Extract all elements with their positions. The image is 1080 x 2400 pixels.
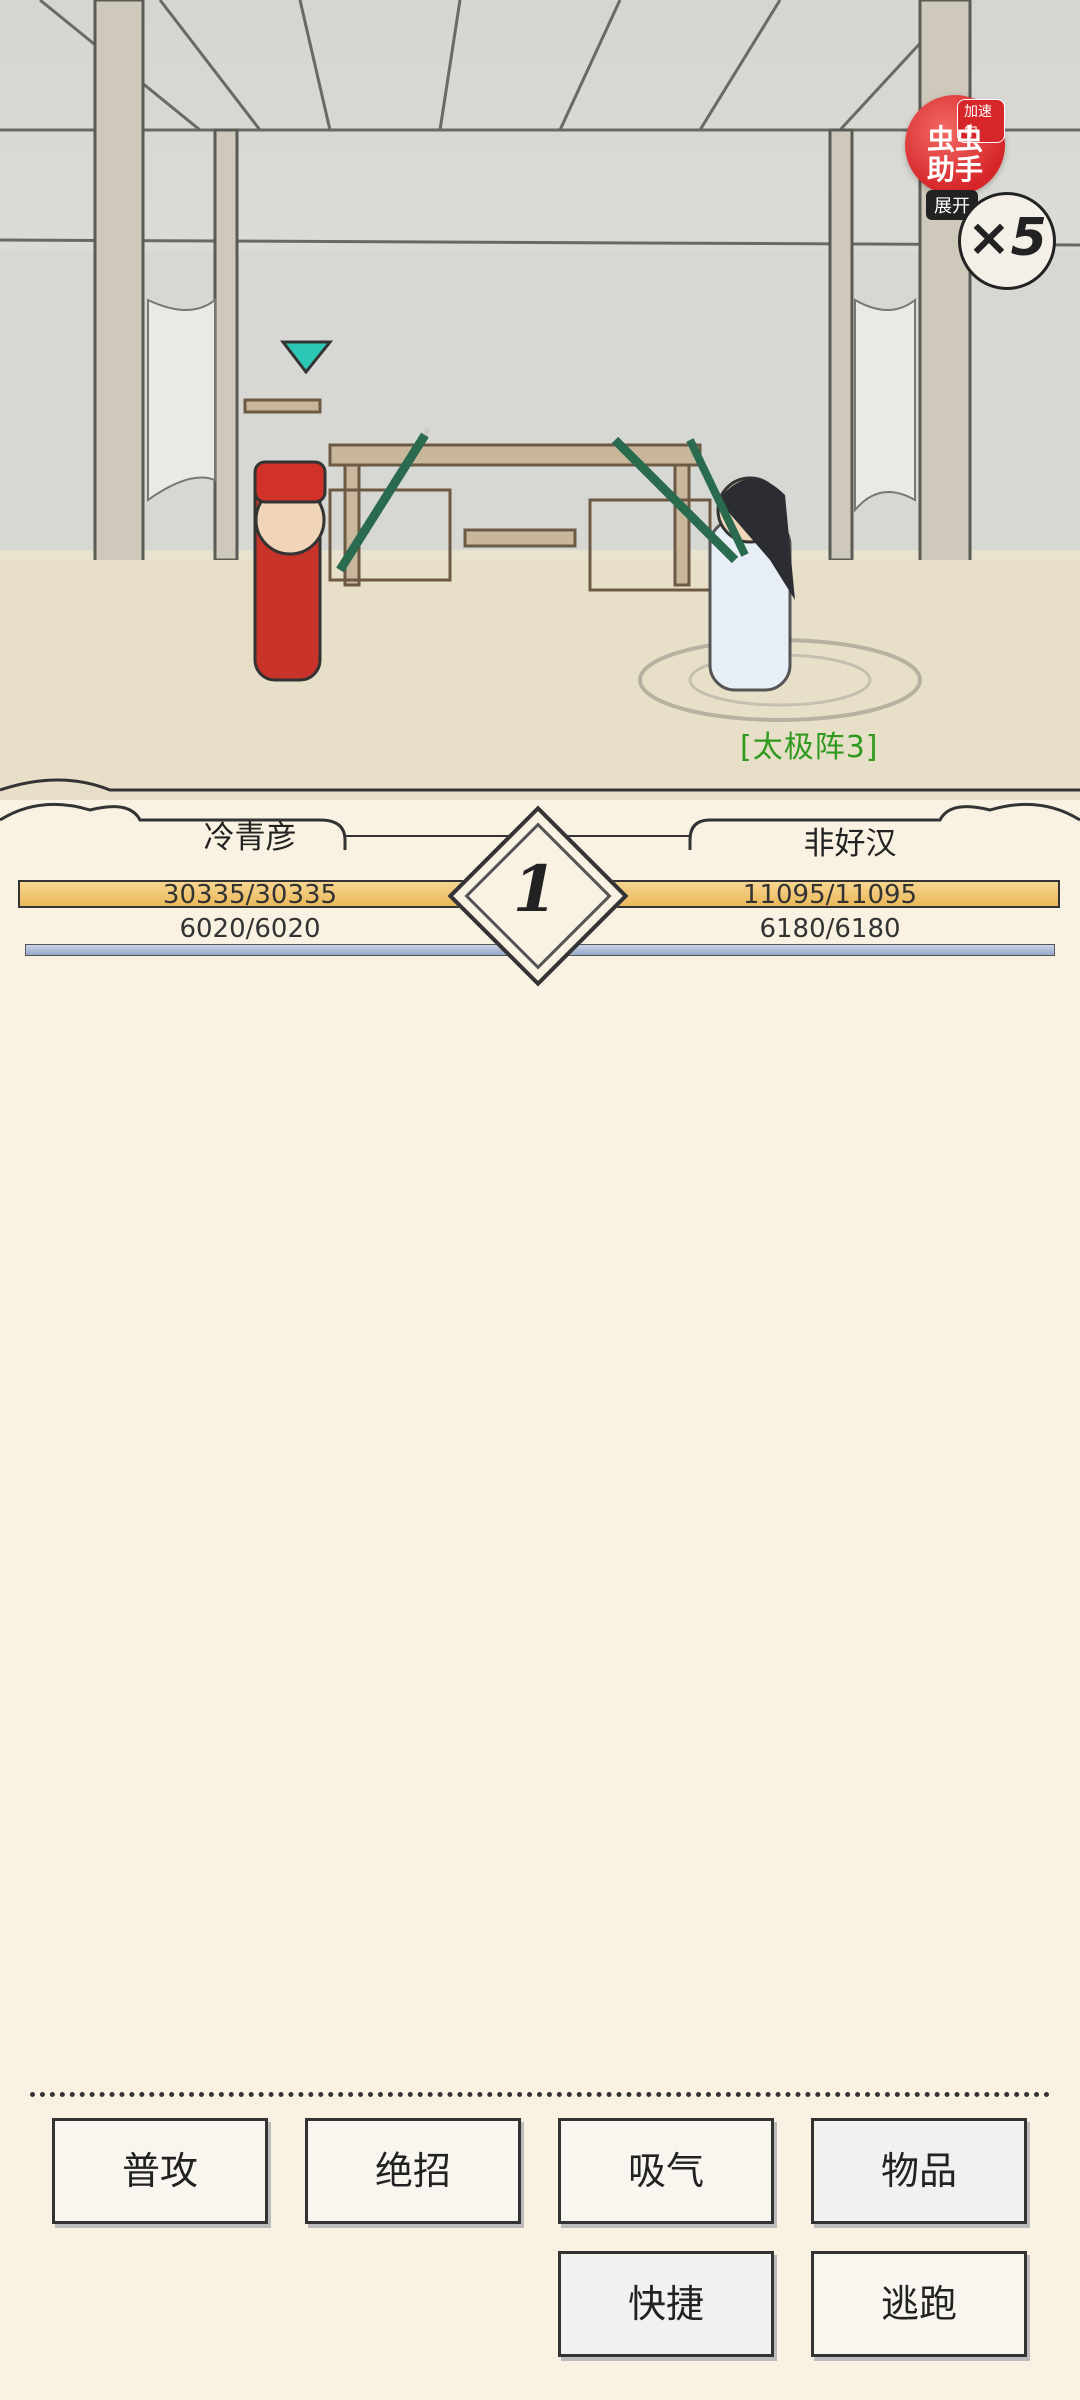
helper-widget[interactable]: 加速中 虫虫 助手 xyxy=(905,95,1005,195)
enemy-mp-fill xyxy=(546,945,1054,955)
battle-scene: [太极阵3] 加速中 虫虫 助手 展开 ×5 xyxy=(0,0,1080,800)
enemy-mp-text: 6180/6180 xyxy=(759,914,901,944)
helper-label-line1: 虫虫 xyxy=(926,123,983,156)
buff-status-tag: [太极阵3] xyxy=(740,730,879,765)
speed-multiplier-button[interactable]: ×5 xyxy=(958,192,1056,290)
enemy-mp-bar xyxy=(545,944,1055,956)
shortcut-button[interactable]: 快捷 xyxy=(558,2251,774,2357)
enemy-name: 非好汉 xyxy=(803,826,897,862)
player-mp-text: 6020/6020 xyxy=(179,914,321,944)
flee-button[interactable]: 逃跑 xyxy=(811,2251,1027,2357)
player-name: 冷青彦 xyxy=(203,820,297,856)
attack-button[interactable]: 普攻 xyxy=(52,2118,268,2224)
helper-label: 虫虫 助手 xyxy=(905,125,1005,185)
items-button[interactable]: 物品 xyxy=(811,2118,1027,2224)
player-hp-text: 30335/30335 xyxy=(162,880,338,910)
breathe-button[interactable]: 吸气 xyxy=(558,2118,774,2224)
helper-label-line2: 助手 xyxy=(926,153,983,186)
turn-number: 1 xyxy=(512,852,558,927)
action-divider xyxy=(30,2092,1050,2097)
player-mp-bar xyxy=(25,944,545,956)
player-mp-fill xyxy=(26,945,544,955)
ultimate-button[interactable]: 绝招 xyxy=(305,2118,521,2224)
enemy-hp-text: 11095/11095 xyxy=(742,880,918,910)
